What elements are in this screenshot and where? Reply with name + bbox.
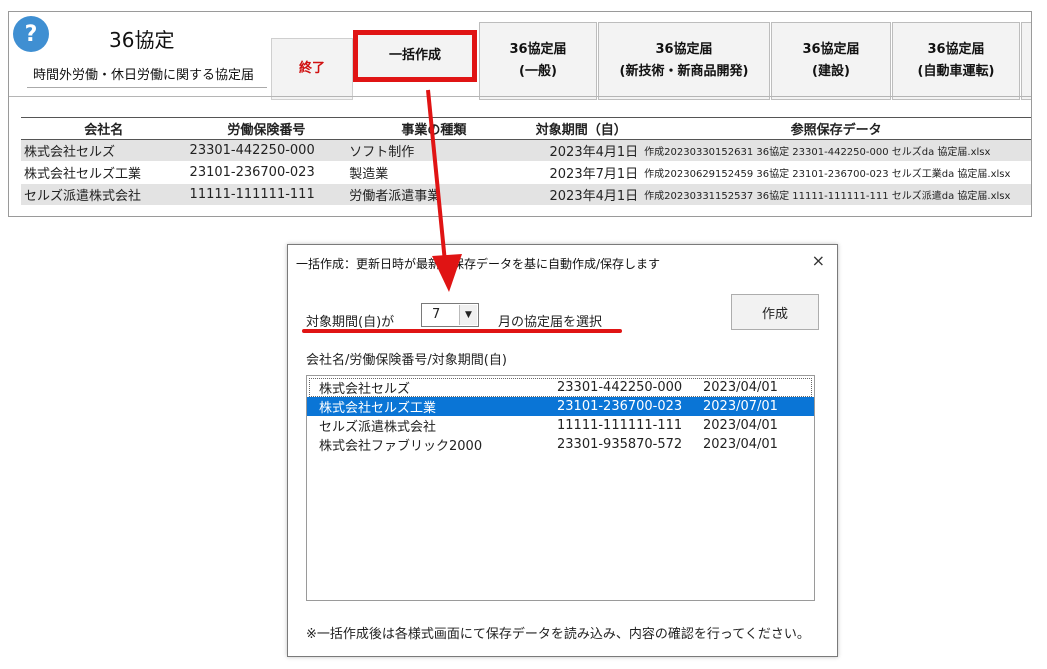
cell-period-start: 2023年7月1日 [521,161,642,184]
form-new-tech-line2: (新技術・新商品開発) [619,64,749,79]
list-item[interactable]: 株式会社セルズ 23301-442250-000 2023/04/01 [307,378,814,397]
create-button[interactable]: 作成 [731,294,819,330]
chevron-down-icon[interactable]: ▼ [459,305,477,325]
app-title: 36協定 [109,28,175,52]
form-new-tech-button[interactable]: 36協定届 (新技術・新商品開発) [598,22,770,100]
col-company: 会社名 [21,117,187,140]
form-construction-line1: 36協定届 [802,41,860,57]
bulk-create-dialog: 一括作成：更新日時が最新の保存データを基に自動作成/保存します × 対象期間(自… [287,244,838,657]
table-row[interactable]: セルズ派遣株式会社 11111-111111-111 労働者派遣事業 2023年… [21,183,1031,206]
exit-button-label: 終了 [298,60,325,76]
form-driver-line2: (自動車運転) [917,64,995,79]
help-icon[interactable]: ? [13,16,49,52]
title-underline [27,87,267,88]
form-construction-button[interactable]: 36協定届 (建設) [771,22,891,100]
bulk-create-button[interactable]: 一括作成 [353,30,477,82]
cell-saved-data: 作成20230330152631 36協定 23301-442250-000 セ… [641,139,1031,162]
col-business-type: 事業の種類 [346,117,522,140]
month-select[interactable]: 7 ▼ [421,303,479,327]
create-button-label: 作成 [761,306,788,322]
dialog-note: ※一括作成後は各様式画面にて保存データを読み込み、内容の確認を行ってください。 [306,627,810,642]
form-general-line2: (一般) [519,64,557,79]
cell-saved-data: 作成20230331152537 36協定 11111-111111-111 セ… [641,183,1031,206]
sheet-divider [9,96,1031,97]
worksheet-panel: ? 36協定 時間外労働・休日労働に関する協定届 終了 一括作成 36協定届 (… [8,11,1032,217]
list-item-company: 株式会社セルズ工業 [319,401,437,416]
list-item[interactable]: 株式会社ファブリック2000 23301-935870-572 2023/04/… [307,435,814,454]
close-icon[interactable]: × [812,251,825,270]
table-row[interactable]: 株式会社セルズ工業 23101-236700-023 製造業 2023年7月1日… [21,161,1031,184]
form-construction-line2: (建設) [812,64,850,79]
cell-company: 株式会社セルズ [21,139,187,162]
table-header-row: 会社名 労働保険番号 事業の種類 対象期間（自） 参照保存データ [21,117,1031,140]
form-driver-button[interactable]: 36協定届 (自動車運転) [892,22,1020,100]
list-item[interactable]: セルズ派遣株式会社 11111-111111-111 2023/04/01 [307,416,814,435]
cell-period-start: 2023年4月1日 [521,139,642,162]
bulk-create-button-label: 一括作成 [388,47,441,63]
app-subtitle: 時間外労働・休日労働に関する協定届 [33,68,255,83]
form-next-button-partial[interactable] [1021,22,1031,100]
list-item-number: 23301-935870-572 [557,437,683,452]
cell-saved-data: 作成20230629152459 36協定 23101-236700-023 セ… [641,161,1031,184]
saved-data-table: 会社名 労働保険番号 事業の種類 対象期間（自） 参照保存データ 株式会社セルズ… [21,117,1031,206]
list-item-company: セルズ派遣株式会社 [319,420,437,435]
cell-company: 株式会社セルズ工業 [21,161,187,184]
form-new-tech-line1: 36協定届 [655,41,713,57]
list-item-date: 2023/04/01 [703,380,778,395]
list-item-date: 2023/04/01 [703,418,778,433]
form-general-line1: 36協定届 [509,41,567,57]
cell-business-type: 労働者派遣事業 [346,183,522,206]
form-driver-line1: 36協定届 [927,41,985,57]
list-item-number: 23101-236700-023 [557,399,683,414]
list-item-company: 株式会社ファブリック2000 [319,439,483,454]
cell-business-type: 製造業 [346,161,522,184]
list-label: 会社名/労働保険番号/対象期間(自) [306,353,507,368]
list-item-selected[interactable]: 株式会社セルズ工業 23101-236700-023 2023/07/01 [307,397,814,416]
table-row[interactable]: 株式会社セルズ 23301-442250-000 ソフト制作 2023年4月1日… [21,139,1031,162]
list-item-number: 23301-442250-000 [557,380,683,395]
month-select-value: 7 [432,307,441,322]
exit-button[interactable]: 終了 [271,38,353,100]
cell-business-type: ソフト制作 [346,139,522,162]
period-label: 対象期間(自)が [306,315,395,330]
dialog-title: 一括作成：更新日時が最新の保存データを基に自動作成/保存します [296,257,661,271]
form-general-button[interactable]: 36協定届 (一般) [479,22,597,100]
col-insurance-number: 労働保険番号 [186,117,347,140]
cell-insurance-number: 23101-236700-023 [186,161,347,184]
month-suffix-label: 月の協定届を選択 [498,315,603,330]
list-item-date: 2023/04/01 [703,437,778,452]
list-item-date: 2023/07/01 [703,399,778,414]
cell-period-start: 2023年4月1日 [521,183,642,206]
col-saved-data: 参照保存データ [641,117,1031,140]
cell-insurance-number: 23301-442250-000 [186,139,347,162]
cell-insurance-number: 11111-111111-111 [186,183,347,206]
list-item-company: 株式会社セルズ [319,382,411,397]
company-listbox[interactable]: 株式会社セルズ 23301-442250-000 2023/04/01 株式会社… [306,375,815,601]
cell-company: セルズ派遣株式会社 [21,183,187,206]
list-item-number: 11111-111111-111 [557,418,683,433]
col-period-start: 対象期間（自） [521,117,642,140]
highlight-underline [302,329,622,333]
